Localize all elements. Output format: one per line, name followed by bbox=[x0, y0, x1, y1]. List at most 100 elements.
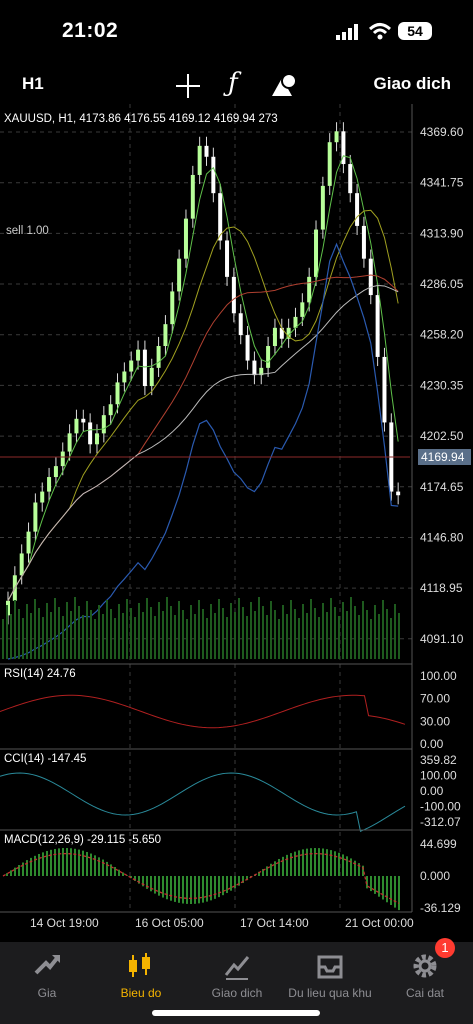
candle-body bbox=[375, 295, 380, 357]
volume-bar bbox=[218, 599, 220, 659]
volume-bar bbox=[358, 615, 360, 659]
macd-bar bbox=[302, 849, 304, 876]
candle-body bbox=[60, 451, 65, 467]
macd-bar bbox=[86, 851, 88, 876]
volume-bar bbox=[10, 614, 12, 659]
volume-bar bbox=[158, 602, 160, 659]
volume-bar bbox=[290, 600, 292, 659]
volume-bar bbox=[46, 603, 48, 659]
macd-bar bbox=[286, 854, 288, 876]
tab-history[interactable]: Du lieu qua khu bbox=[285, 942, 375, 1000]
indicator-tick-label: 44.699 bbox=[420, 837, 457, 851]
macd-bar bbox=[206, 876, 208, 902]
macd-bar bbox=[26, 860, 28, 876]
volume-bar bbox=[354, 606, 356, 659]
price-tick-label: 4258.20 bbox=[420, 328, 464, 342]
crosshair-icon[interactable] bbox=[176, 74, 200, 98]
volume-bar bbox=[274, 610, 276, 659]
candles-icon bbox=[129, 953, 150, 977]
volume-bar bbox=[54, 598, 56, 659]
macd-bar bbox=[94, 855, 96, 876]
tab-settings-label: Cai dat bbox=[405, 986, 445, 1000]
macd-bar bbox=[66, 848, 68, 876]
candle-body bbox=[211, 156, 216, 194]
tab-trade-label: Giao dich bbox=[211, 986, 263, 1000]
time-tick-label: 14 Oct 19:00 bbox=[30, 916, 99, 930]
quotes-icon bbox=[34, 955, 60, 975]
volume-bar bbox=[170, 606, 172, 659]
candle-body bbox=[47, 477, 52, 492]
rsi-line bbox=[0, 694, 406, 729]
volume-bar bbox=[62, 616, 64, 659]
macd-bar bbox=[390, 876, 392, 905]
volume-bar bbox=[226, 617, 228, 659]
volume-bar bbox=[130, 608, 132, 659]
volume-bar bbox=[18, 609, 20, 659]
chart-grid bbox=[0, 104, 412, 912]
volume-bar bbox=[182, 610, 184, 659]
candle-body bbox=[74, 418, 79, 434]
volume-bar bbox=[42, 617, 44, 659]
cci-line bbox=[0, 772, 406, 832]
tab-trade[interactable]: Giao dich bbox=[192, 942, 282, 1000]
candle-body bbox=[53, 466, 58, 478]
objects-icon[interactable] bbox=[270, 72, 298, 98]
cellular-signal-icon bbox=[336, 24, 358, 40]
timeframe-button[interactable]: H1 bbox=[22, 74, 44, 94]
macd-bar bbox=[222, 876, 224, 896]
volume-bar bbox=[322, 603, 324, 659]
macd-bar bbox=[18, 865, 20, 876]
volume-bar bbox=[134, 617, 136, 659]
candle-body bbox=[272, 327, 277, 347]
order-label: sell 1.00 bbox=[6, 225, 49, 237]
volume-bar bbox=[330, 598, 332, 659]
candle-body bbox=[348, 164, 353, 194]
trade-button[interactable]: Giao dich bbox=[374, 74, 451, 94]
volume-bar bbox=[346, 611, 348, 659]
volume-bar bbox=[398, 613, 400, 659]
volume-bar bbox=[242, 607, 244, 659]
volume-bar bbox=[230, 603, 232, 659]
volume-bar bbox=[298, 618, 300, 659]
volume-bar bbox=[374, 605, 376, 659]
macd-bar bbox=[70, 848, 72, 876]
tab-quotes[interactable]: Gia bbox=[2, 942, 92, 1000]
tab-settings[interactable]: Cai dat 1 bbox=[380, 938, 470, 1000]
symbol-header: XAUUSD, H1, 4173.86 4176.55 4169.12 4169… bbox=[4, 113, 278, 125]
volume-bar bbox=[302, 604, 304, 659]
volume-bar bbox=[262, 606, 264, 659]
tab-chart-label: Bieu do bbox=[120, 986, 162, 1000]
candle-body bbox=[245, 335, 250, 361]
macd-bar bbox=[54, 848, 56, 876]
candle-body bbox=[108, 404, 113, 416]
tab-chart[interactable]: Bieu do bbox=[96, 942, 186, 1000]
volume-bar bbox=[350, 597, 352, 659]
candle-body bbox=[396, 491, 401, 496]
macd-bar bbox=[58, 848, 60, 876]
volume-bar bbox=[394, 604, 396, 659]
status-time: 21:02 bbox=[62, 19, 119, 42]
candle-body bbox=[204, 145, 209, 157]
indicators-icon[interactable]: ƒ bbox=[228, 68, 238, 98]
macd-bar bbox=[334, 851, 336, 876]
volume-bar bbox=[194, 614, 196, 659]
macd-label: MACD(12,26,9) -29.115 -5.650 bbox=[4, 834, 161, 846]
macd-bar bbox=[34, 855, 36, 876]
volume-bar bbox=[334, 607, 336, 659]
indicator-tick-label: 100.00 bbox=[420, 669, 457, 683]
rsi-axis: 100.00 70.00 30.00 0.00 bbox=[420, 669, 457, 751]
tab-history-label: Du lieu qua khu bbox=[288, 986, 372, 1000]
volume-bar bbox=[318, 617, 320, 659]
volume-bar bbox=[234, 612, 236, 659]
volume-bar bbox=[294, 609, 296, 659]
time-tick-label: 21 Oct 00:00 bbox=[345, 916, 414, 930]
price-axis: 4369.60 4341.75 4313.90 4286.05 4258.20 4230.… bbox=[420, 125, 464, 646]
price-chart[interactable]: XAUUSD, H1, 4173.86 4176.55 4169.12 4169… bbox=[0, 104, 473, 942]
volume-bar bbox=[174, 615, 176, 659]
candle-body bbox=[101, 415, 106, 434]
volume-bar bbox=[310, 599, 312, 659]
indicator-tick-label: 70.00 bbox=[420, 692, 450, 706]
candle-body bbox=[122, 371, 127, 383]
volume-bar bbox=[102, 614, 104, 659]
volume-bar bbox=[94, 619, 96, 659]
